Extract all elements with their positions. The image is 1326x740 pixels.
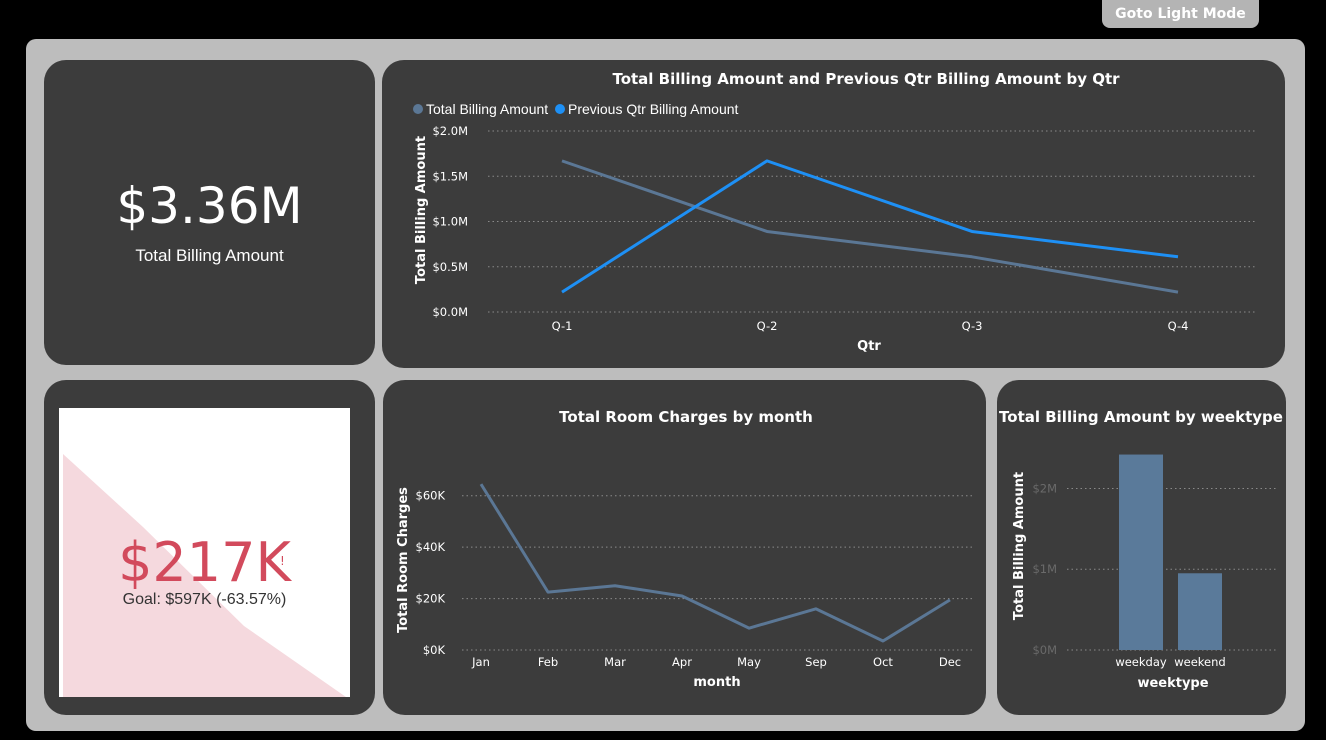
legend-label-previous[interactable]: Previous Qtr Billing Amount xyxy=(568,101,739,117)
chart-title: Total Billing Amount and Previous Qtr Bi… xyxy=(612,70,1120,88)
y-tick-label: $0.5M xyxy=(432,260,468,274)
x-tick-label: Oct xyxy=(873,655,893,669)
chart-title: Total Room Charges by month xyxy=(559,408,813,426)
y-tick-label: $1.5M xyxy=(432,169,468,183)
series-line-previous xyxy=(561,159,1179,294)
y-axis-label: Total Billing Amount xyxy=(414,136,429,284)
x-tick-label: Q-2 xyxy=(757,319,778,333)
y-tick-label: $60K xyxy=(416,489,446,503)
x-tick-label: Mar xyxy=(604,655,626,669)
x-tick-label: weekday xyxy=(1115,655,1167,669)
y-tick-label: $1M xyxy=(1032,562,1057,576)
x-axis-label: weektype xyxy=(1137,676,1208,691)
x-tick-label: May xyxy=(737,655,761,669)
y-tick-label: $0.0M xyxy=(432,305,468,319)
kpi-value: $3.36M xyxy=(116,177,303,235)
y-axis-label: Total Billing Amount xyxy=(1012,472,1027,620)
x-axis-label: month xyxy=(693,675,740,690)
x-tick-label: weekend xyxy=(1174,655,1225,669)
x-tick-label: Sep xyxy=(805,655,827,669)
light-mode-button[interactable]: Goto Light Mode xyxy=(1102,0,1259,28)
series-line-total xyxy=(561,159,1179,294)
x-tick-label: Feb xyxy=(538,655,558,669)
x-tick-label: Q-1 xyxy=(552,319,573,333)
y-tick-label: $0K xyxy=(423,643,446,657)
legend-marker-previous xyxy=(555,104,565,114)
y-tick-label: $40K xyxy=(416,540,446,554)
bar-weekday xyxy=(1119,454,1163,650)
y-tick-label: $2.0M xyxy=(432,124,468,138)
legend-marker-total xyxy=(413,104,423,114)
alert-indicator: ! xyxy=(280,554,285,568)
y-axis-label: Total Room Charges xyxy=(396,487,411,633)
chart-title: Total Billing Amount by weektype xyxy=(999,408,1283,426)
x-tick-label: Dec xyxy=(939,655,961,669)
x-tick-label: Jan xyxy=(471,655,490,669)
y-tick-label: $0M xyxy=(1032,643,1057,657)
x-tick-label: Q-4 xyxy=(1168,319,1189,333)
quarter-chart-card[interactable]: Total Billing Amount and Previous Qtr Bi… xyxy=(382,60,1285,368)
gauge-value: $217K xyxy=(118,531,291,594)
y-tick-label: $1.0M xyxy=(432,215,468,229)
gauge-visual: $217K ! Goal: $597K (-63.57%) xyxy=(59,408,350,697)
kpi-card: $3.36M Total Billing Amount xyxy=(44,60,375,365)
kpi-label: Total Billing Amount xyxy=(135,246,284,265)
x-axis-label: Qtr xyxy=(857,339,881,354)
weektype-chart-card[interactable]: Total Billing Amount by weektype Total B… xyxy=(997,380,1286,715)
quarter-line-chart: Total Billing Amount and Previous Qtr Bi… xyxy=(413,70,1256,354)
x-tick-label: Q-3 xyxy=(962,319,983,333)
gauge-card[interactable]: $217K ! Goal: $597K (-63.57%) xyxy=(44,380,375,715)
y-tick-label: $2M xyxy=(1032,481,1057,495)
y-tick-label: $20K xyxy=(416,592,446,606)
bar-weekend xyxy=(1178,573,1222,650)
series-line-room-charges xyxy=(479,483,951,643)
dashboard-canvas: $3.36M Total Billing Amount Total Billin… xyxy=(26,39,1305,731)
month-chart-card[interactable]: Total Room Charges by month Total Room C… xyxy=(383,380,986,715)
gauge-goal-text: Goal: $597K (-63.57%) xyxy=(122,591,287,608)
weektype-bar-chart: Total Billing Amount by weektype Total B… xyxy=(999,408,1283,691)
x-tick-label: Apr xyxy=(672,655,692,669)
month-line-chart: Total Room Charges by month Total Room C… xyxy=(396,408,973,690)
legend-label-total[interactable]: Total Billing Amount xyxy=(426,101,548,117)
